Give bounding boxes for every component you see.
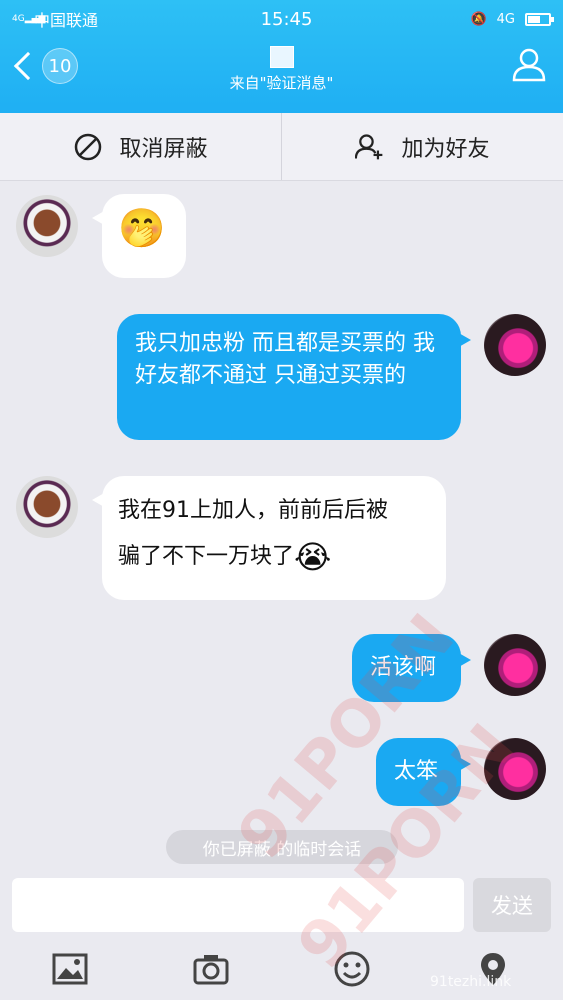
action-bar: 取消屏蔽 加为好友 (0, 113, 563, 181)
navbar: 10 来自"验证消息" (0, 38, 563, 113)
message-bubble-incoming[interactable]: 我在91上加人，前前后后被 骗了不下一万块了😭 (92, 476, 446, 600)
chat-title: 来自"验证消息" (0, 46, 563, 93)
message-input[interactable] (12, 878, 464, 932)
message-bubble-outgoing[interactable]: 我只加忠粉 而且都是买票的 我好友都不通过 只通过买票的 (117, 314, 471, 440)
camera-icon[interactable] (192, 950, 230, 988)
message-text: 我只加忠粉 而且都是买票的 我好友都不通过 只通过买票的 (135, 331, 435, 388)
system-notice: 你已屏蔽 的临时会话 (166, 830, 398, 864)
chat-subtitle: 来自"验证消息" (229, 74, 334, 92)
my-avatar[interactable] (484, 314, 546, 376)
image-icon[interactable] (51, 950, 89, 988)
contact-avatar[interactable] (16, 195, 78, 257)
status-bar: 4G▂▄▆ 中国联通 15:45 🔕 4G (0, 0, 563, 38)
network-label: 4G (496, 11, 515, 27)
add-friend-button[interactable]: 加为好友 (281, 113, 563, 180)
my-avatar[interactable] (484, 738, 546, 800)
carrier-label: 中国联通 (34, 11, 99, 30)
battery-icon (525, 12, 554, 26)
message-bubble-outgoing[interactable]: 太笨 (376, 738, 471, 806)
emoji-picker-icon[interactable] (333, 950, 371, 988)
message-bubble-outgoing[interactable]: 活该啊 (352, 634, 471, 702)
clock: 15:45 (260, 8, 313, 30)
watermark-site: 91tezhi.link (430, 974, 512, 990)
send-button[interactable]: 发送 (473, 878, 551, 932)
message-text: 太笨 (394, 759, 439, 784)
chat-area[interactable]: 🤭 我只加忠粉 而且都是买票的 我好友都不通过 只通过买票的 我在91上加人，前… (0, 182, 563, 872)
mute-icon: 🔕 (470, 11, 487, 27)
add-user-icon (355, 133, 383, 159)
emoji-icon: 😭 (294, 538, 332, 576)
my-avatar[interactable] (484, 634, 546, 696)
unblock-label: 取消屏蔽 (119, 136, 208, 162)
message-text: 我在91上加人，前前后后被 (118, 498, 388, 523)
unblock-button[interactable]: 取消屏蔽 (0, 113, 281, 180)
signal-icon: 4G▂▄▆ (12, 13, 46, 24)
message-text: 骗了不下一万块了 (118, 544, 295, 569)
message-text: 活该啊 (370, 655, 437, 680)
profile-icon[interactable] (511, 46, 547, 82)
emoji-icon: 🤭 (118, 206, 166, 250)
header: 4G▂▄▆ 中国联通 15:45 🔕 4G 10 来自"验证消息" (0, 0, 563, 113)
contact-thumbnail (269, 46, 294, 68)
contact-avatar[interactable] (16, 476, 78, 538)
block-icon (75, 133, 102, 160)
message-bubble-incoming[interactable]: 🤭 (92, 194, 186, 278)
add-friend-label: 加为好友 (401, 136, 490, 162)
